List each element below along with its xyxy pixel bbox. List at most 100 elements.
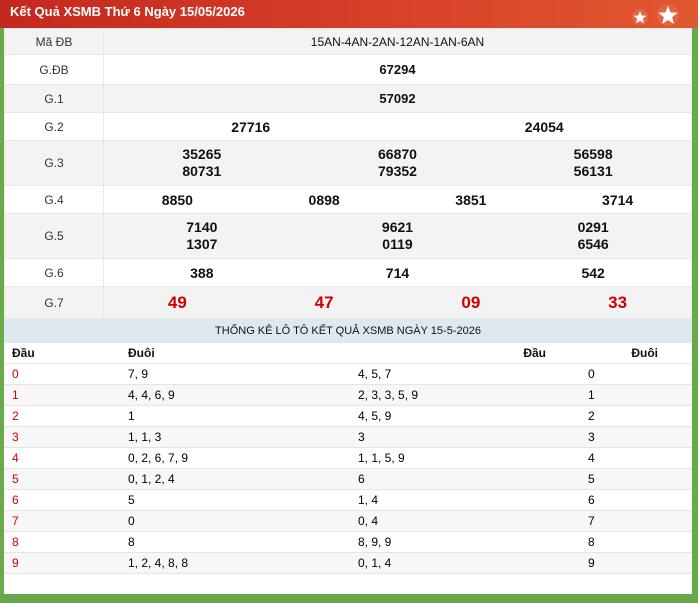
prize-number: 9621 — [381, 219, 414, 235]
loto-dau: 6 — [4, 489, 120, 511]
loto-duoi: 7, 9 — [120, 363, 350, 385]
loto-row: 8 8 8, 9, 98 — [4, 531, 692, 553]
prize-label: G.4 — [4, 185, 104, 214]
prize-number: 56598 — [573, 146, 613, 162]
loto-dau: 7 — [4, 510, 120, 532]
loto-header-row: Đầu Đuôi Đầu Đuôi — [4, 343, 692, 364]
row-g-db: G.ĐB 67294 — [4, 54, 692, 85]
header-title: Kết Quả XSMB Thứ 6 Ngày 15/05/2026 — [10, 4, 245, 19]
row-g2: G.2 27716 24054 — [4, 112, 692, 141]
col-header-dau: Đầu — [4, 343, 120, 364]
prize-number: 1307 — [186, 236, 218, 252]
prize-label: G.5 — [4, 213, 104, 259]
loto-dau: 3 — [350, 426, 580, 448]
col-header-dau: Đầu — [350, 343, 580, 364]
ma-db-label: Mã ĐB — [4, 28, 104, 55]
loto-dau: 2, 3, 3, 5, 9 — [350, 384, 580, 406]
ma-db-value: 15AN-4AN-2AN-12AN-1AN-6AN — [103, 28, 692, 55]
row-g4: G.4 8850 0898 3851 3714 — [4, 185, 692, 214]
results-header: Kết Quả XSMB Thứ 6 Ngày 15/05/2026 — [0, 0, 698, 28]
prize-number: 47 — [314, 292, 334, 312]
loto-dau: 3 — [4, 426, 120, 448]
prize-number: 3851 — [455, 191, 487, 208]
bottom-bar — [0, 594, 698, 603]
loto-duoi: 1, 1, 3 — [120, 426, 350, 448]
loto-dau: 4 — [4, 447, 120, 469]
prize-number: 6546 — [577, 236, 609, 252]
loto-row: 7 0 0, 47 — [4, 510, 692, 532]
loto-dau: 1, 4 — [350, 489, 580, 511]
col-header-duoi: Đuôi — [580, 343, 692, 364]
loto-duoi: 3 — [580, 426, 692, 448]
loto-dau: 0, 4 — [350, 510, 580, 532]
loto-row: 3 1, 1, 333 — [4, 426, 692, 448]
prize-number: 09 — [461, 292, 481, 312]
prize-number: 8850 — [161, 191, 193, 208]
loto-dau: 9 — [4, 552, 120, 574]
loto-duoi: 4, 4, 6, 9 — [120, 384, 350, 406]
loto-duoi: 9 — [580, 552, 692, 574]
row-g6: G.6 388 714 542 — [4, 258, 692, 287]
loto-duoi: 8 — [580, 531, 692, 553]
loto-dau: 5 — [4, 468, 120, 490]
prize-label: G.6 — [4, 258, 104, 287]
loto-dau: 8 — [4, 531, 120, 553]
loto-row: 1 4, 4, 6, 9 2, 3, 3, 5, 91 — [4, 384, 692, 406]
loto-duoi: 5 — [580, 468, 692, 490]
row-ma-db: Mã ĐB 15AN-4AN-2AN-12AN-1AN-6AN — [4, 28, 692, 55]
prize-number: 0898 — [308, 191, 340, 208]
prize-number: 714 — [385, 264, 410, 281]
loto-row: 2 1 4, 5, 92 — [4, 405, 692, 427]
loto-duoi: 6 — [580, 489, 692, 511]
loto-dau: 6 — [350, 468, 580, 490]
prize-number: 3714 — [602, 191, 634, 208]
prize-number: 80731 — [182, 163, 222, 179]
loto-duoi: 2 — [580, 405, 692, 427]
loto-dau: 4, 5, 9 — [350, 405, 580, 427]
loto-row: 9 1, 2, 4, 8, 8 0, 1, 49 — [4, 552, 692, 574]
loto-dau: 0 — [4, 363, 120, 385]
results-table: Mã ĐB 15AN-4AN-2AN-12AN-1AN-6AN G.ĐB 672… — [4, 28, 692, 319]
loto-dau: 1, 1, 5, 9 — [350, 447, 580, 469]
prize-number: 27716 — [231, 118, 271, 135]
prize-number: 33 — [608, 292, 628, 312]
loto-row: 0 7, 9 4, 5, 70 — [4, 363, 692, 385]
loto-dau: 2 — [4, 405, 120, 427]
loto-row: 4 0, 2, 6, 7, 9 1, 1, 5, 94 — [4, 447, 692, 469]
prize-number: 7140 — [186, 219, 218, 235]
loto-stats-table: Đầu Đuôi Đầu Đuôi 0 7, 9 4, 5, 7 0 1 4, 4, 6,… — [4, 343, 692, 574]
loto-row: 6 5 1, 46 — [4, 489, 692, 511]
prize-number: 79352 — [378, 163, 417, 179]
prize-number: 388 — [190, 264, 214, 281]
prize-label: G.ĐB — [4, 54, 104, 85]
prize-number: 57092 — [103, 84, 692, 113]
loto-duoi: 0, 2, 6, 7, 9 — [120, 447, 350, 469]
col-header-duoi: Đuôi — [120, 343, 350, 364]
loto-dau: 4, 5, 7 — [350, 363, 580, 385]
prize-number: 0291 — [577, 219, 609, 235]
prize-number: 0119 — [382, 236, 413, 252]
row-g3: G.3 35265 80731 66870 79352 56598 56131 — [4, 140, 692, 186]
special-prize-number: 67294 — [103, 54, 692, 85]
prize-label: G.7 — [4, 286, 104, 319]
loto-row: 5 0, 1, 2, 465 — [4, 468, 692, 490]
loto-duoi: 8 — [120, 531, 350, 553]
prize-number: 66870 — [378, 146, 417, 162]
row-g5: G.5 7140 1307 9621 0119 0291 6546 — [4, 213, 692, 259]
prize-label: G.2 — [4, 112, 104, 141]
loto-duoi: 7 — [580, 510, 692, 532]
loto-dau: 1 — [4, 384, 120, 406]
loto-duoi: 0 — [580, 363, 692, 385]
prize-number: 49 — [167, 292, 187, 312]
prize-label: G.1 — [4, 84, 104, 113]
row-g1: G.1 57092 — [4, 84, 692, 113]
loto-duoi: 5 — [120, 489, 350, 511]
loto-duoi: 1 — [580, 384, 692, 406]
prize-label: G.3 — [4, 140, 104, 186]
content-panel: Mã ĐB 15AN-4AN-2AN-12AN-1AN-6AN G.ĐB 672… — [4, 28, 692, 594]
stars-decoration-icon — [632, 4, 679, 26]
prize-number: 24054 — [524, 118, 564, 135]
loto-duoi: 0, 1, 2, 4 — [120, 468, 350, 490]
loto-duoi: 0 — [120, 510, 350, 532]
loto-dau: 0, 1, 4 — [350, 552, 580, 574]
